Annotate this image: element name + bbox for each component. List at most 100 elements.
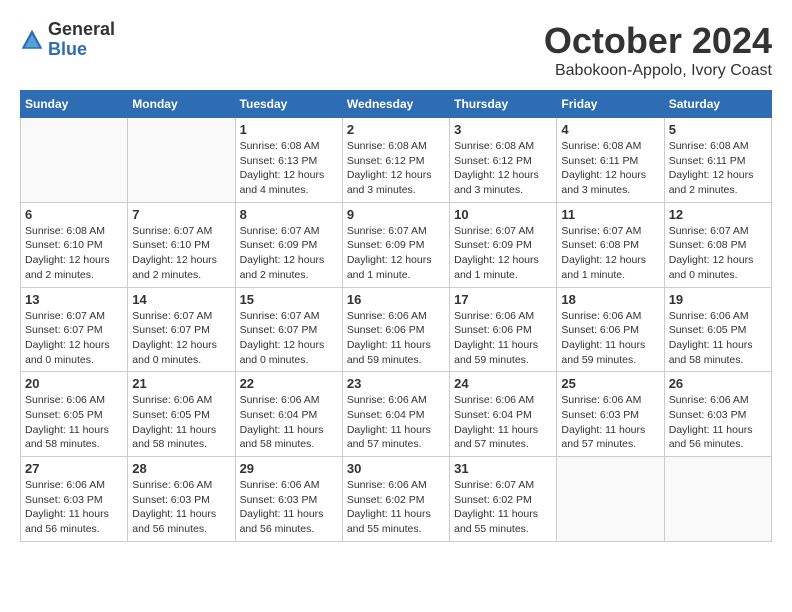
calendar-cell: 31Sunrise: 6:07 AM Sunset: 6:02 PM Dayli… <box>450 457 557 542</box>
day-number: 20 <box>25 376 123 391</box>
calendar-week-row: 13 Sunrise: 6:07 AM Sunset: 6:07 PM Dayli… <box>21 287 772 372</box>
day-info: Sunrise: 6:06 AM Sunset: 6:05 PM Dayligh… <box>25 393 123 452</box>
logo-icon <box>20 28 44 52</box>
calendar-cell: 21 Sunrise: 6:06 AM Sunset: 6:05 PM Dayli… <box>128 372 235 457</box>
calendar-week-row: 6 Sunrise: 6:08 AM Sunset: 6:10 PM Daylig… <box>21 202 772 287</box>
day-number: 4 <box>561 122 659 137</box>
day-info: Sunrise: 6:07 AM Sunset: 6:07 PM Dayligh… <box>132 309 230 368</box>
day-number: 28 <box>132 461 230 476</box>
calendar-cell: 29Sunrise: 6:06 AM Sunset: 6:03 PM Dayli… <box>235 457 342 542</box>
calendar-cell: 16 Sunrise: 6:06 AM Sunset: 6:06 PM Dayli… <box>342 287 449 372</box>
calendar-cell: 2 Sunrise: 6:08 AM Sunset: 6:12 PM Daylig… <box>342 118 449 203</box>
day-info: Sunrise: 6:06 AM Sunset: 6:03 PM Dayligh… <box>669 393 767 452</box>
day-number: 3 <box>454 122 552 137</box>
calendar-cell: 15Sunrise: 6:07 AM Sunset: 6:07 PM Dayli… <box>235 287 342 372</box>
weekday-header-friday: Friday <box>557 91 664 118</box>
weekday-header-monday: Monday <box>128 91 235 118</box>
day-info: Sunrise: 6:06 AM Sunset: 6:04 PM Dayligh… <box>454 393 552 452</box>
calendar-cell: 4 Sunrise: 6:08 AM Sunset: 6:11 PM Daylig… <box>557 118 664 203</box>
day-info: Sunrise: 6:06 AM Sunset: 6:03 PM Dayligh… <box>240 478 338 537</box>
calendar-cell: 12 Sunrise: 6:07 AM Sunset: 6:08 PM Dayli… <box>664 202 771 287</box>
calendar-cell <box>128 118 235 203</box>
day-number: 16 <box>347 292 445 307</box>
month-title: October 2024 <box>544 20 772 62</box>
weekday-header-tuesday: Tuesday <box>235 91 342 118</box>
day-number: 6 <box>25 207 123 222</box>
calendar-cell <box>21 118 128 203</box>
day-info: Sunrise: 6:08 AM Sunset: 6:11 PM Dayligh… <box>669 139 767 198</box>
calendar-cell: 11 Sunrise: 6:07 AM Sunset: 6:08 PM Dayli… <box>557 202 664 287</box>
calendar-cell: 22 Sunrise: 6:06 AM Sunset: 6:04 PM Dayli… <box>235 372 342 457</box>
day-number: 19 <box>669 292 767 307</box>
calendar-cell: 27Sunrise: 6:06 AM Sunset: 6:03 PM Dayli… <box>21 457 128 542</box>
logo: General Blue <box>20 20 115 60</box>
calendar-week-row: 20 Sunrise: 6:06 AM Sunset: 6:05 PM Dayli… <box>21 372 772 457</box>
calendar-cell: 3 Sunrise: 6:08 AM Sunset: 6:12 PM Daylig… <box>450 118 557 203</box>
calendar-cell: 28Sunrise: 6:06 AM Sunset: 6:03 PM Dayli… <box>128 457 235 542</box>
day-info: Sunrise: 6:08 AM Sunset: 6:11 PM Dayligh… <box>561 139 659 198</box>
day-info: Sunrise: 6:07 AM Sunset: 6:09 PM Dayligh… <box>454 224 552 283</box>
day-info: Sunrise: 6:07 AM Sunset: 6:09 PM Dayligh… <box>240 224 338 283</box>
calendar-cell <box>557 457 664 542</box>
calendar-cell: 13Sunrise: 6:07 AM Sunset: 6:07 PM Dayli… <box>21 287 128 372</box>
day-number: 10 <box>454 207 552 222</box>
day-info: Sunrise: 6:07 AM Sunset: 6:07 PM Dayligh… <box>240 309 338 368</box>
calendar-cell: 10 Sunrise: 6:07 AM Sunset: 6:09 PM Dayli… <box>450 202 557 287</box>
page-header: General Blue October 2024 Babokoon-Appol… <box>20 20 772 80</box>
calendar-cell: 9Sunrise: 6:07 AM Sunset: 6:09 PM Daylig… <box>342 202 449 287</box>
calendar-cell: 17 Sunrise: 6:06 AM Sunset: 6:06 PM Dayli… <box>450 287 557 372</box>
day-number: 12 <box>669 207 767 222</box>
day-info: Sunrise: 6:06 AM Sunset: 6:05 PM Dayligh… <box>669 309 767 368</box>
calendar-cell: 19 Sunrise: 6:06 AM Sunset: 6:05 PM Dayli… <box>664 287 771 372</box>
calendar-cell: 1 Sunrise: 6:08 AM Sunset: 6:13 PM Daylig… <box>235 118 342 203</box>
day-info: Sunrise: 6:08 AM Sunset: 6:12 PM Dayligh… <box>454 139 552 198</box>
logo-general-text: General <box>48 20 115 40</box>
logo-blue-text: Blue <box>48 40 115 60</box>
day-info: Sunrise: 6:07 AM Sunset: 6:02 PM Dayligh… <box>454 478 552 537</box>
day-number: 5 <box>669 122 767 137</box>
day-number: 21 <box>132 376 230 391</box>
day-number: 18 <box>561 292 659 307</box>
day-info: Sunrise: 6:08 AM Sunset: 6:10 PM Dayligh… <box>25 224 123 283</box>
day-info: Sunrise: 6:06 AM Sunset: 6:06 PM Dayligh… <box>347 309 445 368</box>
day-number: 26 <box>669 376 767 391</box>
calendar-week-row: 27 Sunrise: 6:06 AM Sunset: 6:03 PM Dayli… <box>21 457 772 542</box>
weekday-header-thursday: Thursday <box>450 91 557 118</box>
day-info: Sunrise: 6:06 AM Sunset: 6:06 PM Dayligh… <box>454 309 552 368</box>
day-number: 1 <box>240 122 338 137</box>
calendar-cell: 25Sunrise: 6:06 AM Sunset: 6:03 PM Dayli… <box>557 372 664 457</box>
title-area: October 2024 Babokoon-Appolo, Ivory Coas… <box>544 20 772 80</box>
calendar-cell: 18 Sunrise: 6:06 AM Sunset: 6:06 PM Dayli… <box>557 287 664 372</box>
day-info: Sunrise: 6:06 AM Sunset: 6:06 PM Dayligh… <box>561 309 659 368</box>
day-info: Sunrise: 6:06 AM Sunset: 6:05 PM Dayligh… <box>132 393 230 452</box>
calendar-cell: 6 Sunrise: 6:08 AM Sunset: 6:10 PM Daylig… <box>21 202 128 287</box>
day-info: Sunrise: 6:08 AM Sunset: 6:13 PM Dayligh… <box>240 139 338 198</box>
day-info: Sunrise: 6:06 AM Sunset: 6:04 PM Dayligh… <box>240 393 338 452</box>
calendar-cell: 30Sunrise: 6:06 AM Sunset: 6:02 PM Dayli… <box>342 457 449 542</box>
location-title: Babokoon-Appolo, Ivory Coast <box>544 62 772 80</box>
day-info: Sunrise: 6:07 AM Sunset: 6:08 PM Dayligh… <box>669 224 767 283</box>
day-info: Sunrise: 6:07 AM Sunset: 6:09 PM Dayligh… <box>347 224 445 283</box>
day-number: 2 <box>347 122 445 137</box>
day-info: Sunrise: 6:06 AM Sunset: 6:02 PM Dayligh… <box>347 478 445 537</box>
weekday-header-row: SundayMondayTuesdayWednesdayThursdayFrid… <box>21 91 772 118</box>
day-info: Sunrise: 6:07 AM Sunset: 6:08 PM Dayligh… <box>561 224 659 283</box>
calendar-table: SundayMondayTuesdayWednesdayThursdayFrid… <box>20 90 772 542</box>
weekday-header-sunday: Sunday <box>21 91 128 118</box>
day-number: 14 <box>132 292 230 307</box>
day-number: 23 <box>347 376 445 391</box>
day-number: 22 <box>240 376 338 391</box>
day-number: 17 <box>454 292 552 307</box>
day-number: 27 <box>25 461 123 476</box>
calendar-cell: 8Sunrise: 6:07 AM Sunset: 6:09 PM Daylig… <box>235 202 342 287</box>
calendar-cell: 23Sunrise: 6:06 AM Sunset: 6:04 PM Dayli… <box>342 372 449 457</box>
calendar-cell: 14 Sunrise: 6:07 AM Sunset: 6:07 PM Dayli… <box>128 287 235 372</box>
calendar-cell: 5 Sunrise: 6:08 AM Sunset: 6:11 PM Daylig… <box>664 118 771 203</box>
day-number: 13 <box>25 292 123 307</box>
day-info: Sunrise: 6:08 AM Sunset: 6:12 PM Dayligh… <box>347 139 445 198</box>
calendar-week-row: 1 Sunrise: 6:08 AM Sunset: 6:13 PM Daylig… <box>21 118 772 203</box>
weekday-header-saturday: Saturday <box>664 91 771 118</box>
day-info: Sunrise: 6:07 AM Sunset: 6:10 PM Dayligh… <box>132 224 230 283</box>
calendar-cell: 24Sunrise: 6:06 AM Sunset: 6:04 PM Dayli… <box>450 372 557 457</box>
day-number: 11 <box>561 207 659 222</box>
